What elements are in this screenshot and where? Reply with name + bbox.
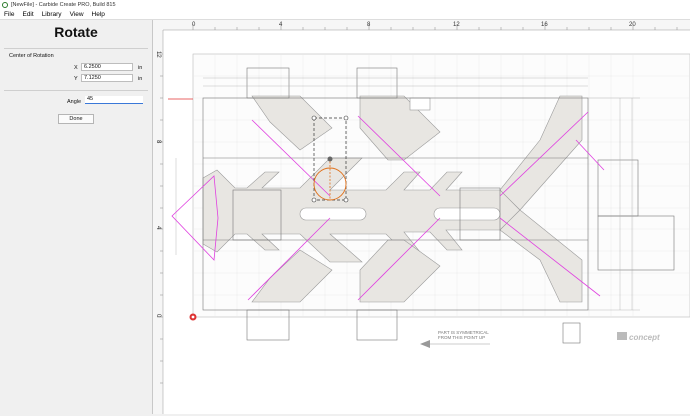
divider — [4, 90, 148, 91]
menu-help[interactable]: Help — [88, 11, 109, 18]
ruler-top-tick: 20 — [629, 22, 636, 28]
y-unit: in — [138, 76, 143, 82]
angle-field[interactable]: 45 — [85, 96, 143, 104]
menu-library[interactable]: Library — [38, 11, 66, 18]
menu-view[interactable]: View — [66, 11, 88, 18]
rotate-panel: Rotate Center of Rotation X 6.2500 in Y … — [0, 20, 153, 414]
menu-bar: File Edit Library View Help — [0, 9, 690, 20]
ruler-top-tick: 12 — [453, 22, 460, 28]
note-arrow — [420, 340, 490, 348]
x-label: X — [74, 65, 78, 71]
y-field[interactable]: 7.1250 — [81, 74, 133, 82]
ruler-top-tick: 16 — [541, 22, 548, 28]
svg-text:concept: concept — [629, 333, 660, 342]
menu-file[interactable]: File — [0, 11, 18, 18]
panel-title: Rotate — [54, 24, 98, 40]
resize-handle[interactable] — [343, 197, 349, 203]
rotation-center[interactable] — [327, 156, 333, 162]
design-canvas[interactable]: 0 4 8 12 16 20 12 8 4 0 PART IS SYMMETRI… — [153, 20, 690, 414]
resize-handle[interactable] — [311, 197, 317, 203]
divider — [4, 48, 148, 49]
center-of-rotation-label: Center of Rotation — [9, 53, 54, 59]
resize-handle[interactable] — [343, 115, 349, 121]
app-icon — [2, 1, 8, 8]
resize-handle[interactable] — [311, 115, 317, 121]
window-title: [NewFile] - Carbide Create PRO, Build 81… — [11, 1, 116, 8]
x-field[interactable]: 6.2500 — [81, 63, 133, 71]
canvas-drawing: 0 4 8 12 16 20 12 8 4 0 PART IS SYMMETRI… — [153, 20, 690, 414]
x-unit: in — [138, 65, 143, 71]
concept-logo: concept — [617, 332, 660, 342]
left-ruler — [153, 20, 163, 414]
ruler-left-tick: 12 — [155, 51, 161, 58]
title-bar: [NewFile] - Carbide Create PRO, Build 81… — [0, 0, 690, 9]
angle-label: Angle — [67, 99, 82, 105]
symmetry-note: FROM THIS POINT UP — [438, 335, 485, 340]
done-button[interactable]: Done — [58, 114, 94, 124]
y-label: Y — [74, 76, 78, 82]
menu-edit[interactable]: Edit — [18, 11, 37, 18]
top-ruler — [153, 20, 690, 30]
